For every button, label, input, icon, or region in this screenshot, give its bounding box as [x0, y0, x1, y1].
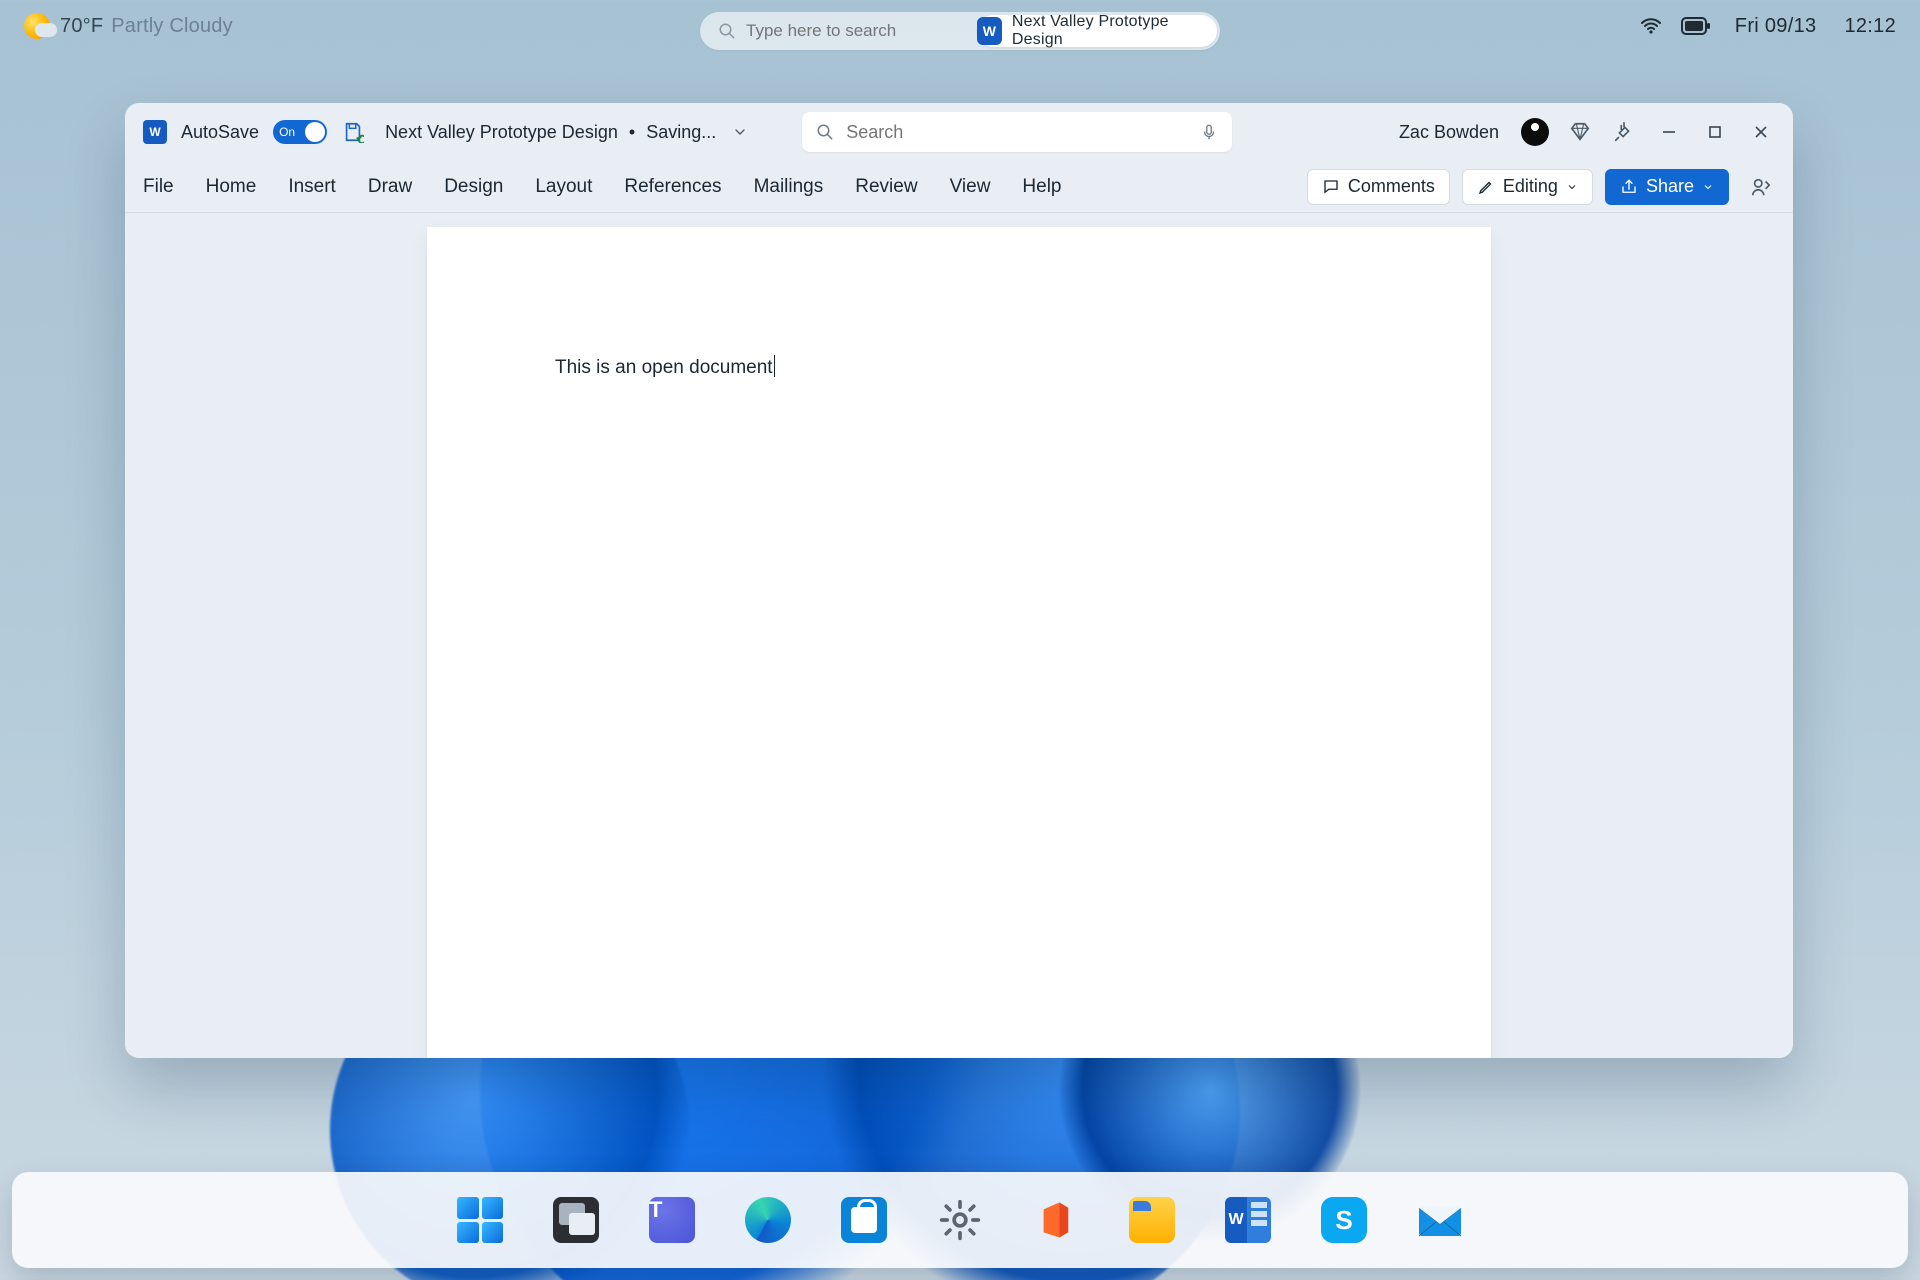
document-title[interactable]: Next Valley Prototype Design • Saving... [385, 122, 716, 143]
comment-icon [1322, 178, 1340, 196]
wifi-icon[interactable] [1639, 14, 1663, 38]
diamond-icon[interactable] [1567, 119, 1593, 145]
share-icon [1620, 178, 1638, 196]
word-window: W AutoSave On Next Valley Prototype Desi… [125, 103, 1793, 1058]
autosave-toggle[interactable]: On [273, 120, 327, 144]
editing-label: Editing [1503, 176, 1558, 197]
tab-design[interactable]: Design [444, 176, 503, 198]
weather-icon [24, 13, 50, 39]
tab-review[interactable]: Review [855, 176, 917, 198]
tab-insert[interactable]: Insert [288, 176, 336, 198]
document-page[interactable]: This is an open document [427, 227, 1491, 1058]
tab-view[interactable]: View [950, 176, 991, 198]
share-button[interactable]: Share [1605, 169, 1729, 205]
taskbar-teams[interactable]: T [646, 1194, 698, 1246]
taskbar-store[interactable] [838, 1194, 890, 1246]
pencil-icon [1477, 178, 1495, 196]
document-name: Next Valley Prototype Design [385, 122, 618, 142]
system-search-recent-chip[interactable]: W Next Valley Prototype Design [977, 15, 1217, 47]
taskbar-start[interactable] [454, 1194, 506, 1246]
word-icon: W [1225, 1197, 1271, 1243]
battery-icon[interactable] [1681, 16, 1711, 36]
save-icon[interactable] [341, 120, 365, 144]
comments-label: Comments [1348, 176, 1435, 197]
autosave-state: On [279, 125, 295, 139]
mic-icon[interactable] [1200, 121, 1218, 143]
tab-layout[interactable]: Layout [535, 176, 592, 198]
text-cursor [774, 355, 775, 377]
system-date[interactable]: Fri 09/13 [1735, 15, 1817, 38]
document-text: This is an open document [555, 357, 773, 378]
titlebar-search[interactable] [802, 112, 1232, 152]
chevron-down-icon [1702, 181, 1714, 193]
store-icon [841, 1197, 887, 1243]
mail-icon [1417, 1200, 1463, 1240]
comments-button[interactable]: Comments [1307, 169, 1450, 205]
tab-references[interactable]: References [624, 176, 721, 198]
explorer-icon [1129, 1197, 1175, 1243]
weather-temp[interactable]: 70°F [60, 15, 103, 38]
skype-icon: S [1321, 1197, 1367, 1243]
autosave-label: AutoSave [181, 122, 259, 143]
search-icon [816, 123, 834, 141]
task-view-icon [553, 1197, 599, 1243]
ribbon-tabs: File Home Insert Draw Design Layout Refe… [125, 161, 1793, 213]
teams-icon: T [649, 1197, 695, 1243]
taskbar-edge[interactable] [742, 1194, 794, 1246]
word-app-icon: W [143, 120, 167, 144]
system-time[interactable]: 12:12 [1844, 15, 1896, 38]
taskbar-task-view[interactable] [550, 1194, 602, 1246]
chevron-down-icon[interactable] [732, 124, 748, 140]
search-icon [718, 22, 736, 40]
start-icon [457, 1197, 503, 1243]
recent-doc-name: Next Valley Prototype Design [1012, 13, 1201, 49]
office-icon [1035, 1199, 1077, 1241]
plugin-icon[interactable] [1611, 119, 1637, 145]
document-canvas[interactable]: This is an open document [125, 213, 1793, 1058]
taskbar-word[interactable]: W [1222, 1194, 1274, 1246]
tab-mailings[interactable]: Mailings [754, 176, 824, 198]
taskbar-explorer[interactable] [1126, 1194, 1178, 1246]
taskbar: T W S [12, 1172, 1908, 1268]
edge-icon [745, 1197, 791, 1243]
account-avatar[interactable] [1521, 118, 1549, 146]
system-top-bar: 70°F Partly Cloudy W Next Valley Prototy… [0, 0, 1920, 52]
taskbar-mail[interactable] [1414, 1194, 1466, 1246]
close-button[interactable] [1747, 118, 1775, 146]
taskbar-office[interactable] [1030, 1194, 1082, 1246]
copilot-icon[interactable] [1747, 173, 1775, 201]
editing-mode-button[interactable]: Editing [1462, 169, 1593, 205]
titlebar-search-input[interactable] [846, 122, 1188, 143]
document-body-text[interactable]: This is an open document [555, 355, 775, 379]
word-icon: W [977, 17, 1002, 45]
taskbar-skype[interactable]: S [1318, 1194, 1370, 1246]
toggle-knob [305, 122, 325, 142]
chevron-down-icon [1566, 181, 1578, 193]
maximize-button[interactable] [1701, 118, 1729, 146]
taskbar-settings[interactable] [934, 1194, 986, 1246]
tab-draw[interactable]: Draw [368, 176, 412, 198]
tab-file[interactable]: File [143, 176, 174, 198]
account-name[interactable]: Zac Bowden [1399, 122, 1499, 143]
titlebar: W AutoSave On Next Valley Prototype Desi… [125, 103, 1793, 161]
system-search-input[interactable] [736, 21, 977, 41]
minimize-button[interactable] [1655, 118, 1683, 146]
tab-help[interactable]: Help [1022, 176, 1061, 198]
gear-icon [938, 1198, 982, 1242]
system-search[interactable]: W Next Valley Prototype Design [700, 12, 1220, 50]
separator-dot: • [623, 122, 641, 142]
share-label: Share [1646, 176, 1694, 197]
weather-condition[interactable]: Partly Cloudy [111, 15, 233, 38]
tab-home[interactable]: Home [206, 176, 257, 198]
save-status: Saving... [646, 122, 716, 142]
